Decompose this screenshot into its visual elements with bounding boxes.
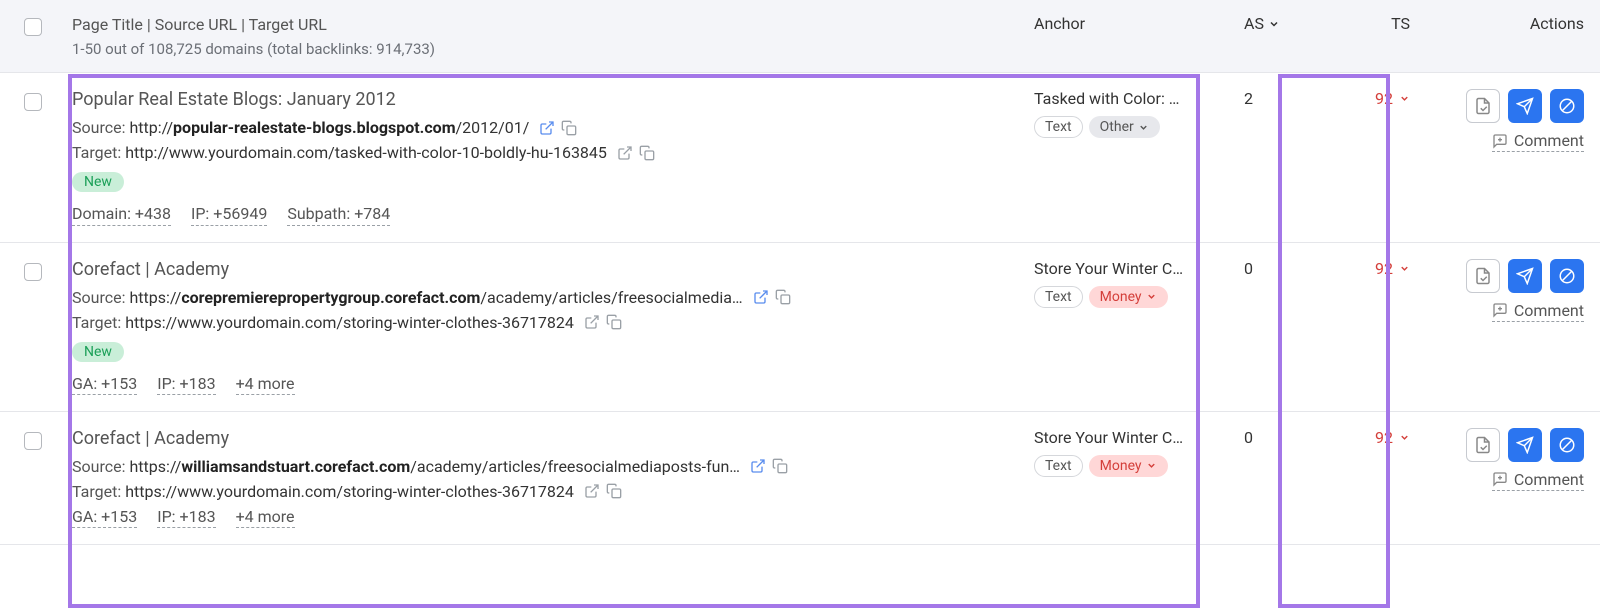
external-link-icon[interactable] <box>584 483 600 499</box>
ts-value[interactable]: 92 <box>1375 259 1410 278</box>
ts-value[interactable]: 92 <box>1375 428 1410 447</box>
source-url[interactable]: Source: https://corepremierepropertygrou… <box>72 288 1018 307</box>
source-url[interactable]: Source: https://williamsandstuart.corefa… <box>72 457 1018 476</box>
meta-link[interactable]: GA: +153 <box>72 374 137 395</box>
meta-link[interactable]: IP: +183 <box>157 507 215 528</box>
ts-value[interactable]: 92 <box>1375 89 1410 108</box>
external-link-icon[interactable] <box>617 145 633 161</box>
table-header: Page Title | Source URL | Target URL 1-5… <box>0 0 1600 73</box>
anchor-tag-money[interactable]: Money <box>1089 286 1168 308</box>
chevron-down-icon <box>1399 263 1410 274</box>
chevron-down-icon <box>1399 432 1410 443</box>
disavow-button[interactable] <box>1466 259 1500 293</box>
row-checkbox[interactable] <box>24 432 42 450</box>
anchor-tag-money[interactable]: Money <box>1089 455 1168 477</box>
meta-link[interactable]: +4 more <box>236 507 295 528</box>
chevron-down-icon <box>1399 93 1410 104</box>
new-badge: New <box>72 342 124 362</box>
external-link-icon[interactable] <box>750 458 766 474</box>
send-button[interactable] <box>1508 89 1542 123</box>
chevron-down-icon <box>1268 18 1280 30</box>
comment-button[interactable]: Comment <box>1492 301 1584 322</box>
row-checkbox[interactable] <box>24 93 42 111</box>
header-actions: Actions <box>1530 14 1584 33</box>
anchor-text: Store Your Winter C… <box>1034 259 1234 278</box>
meta-link[interactable]: IP: +56949 <box>191 204 267 225</box>
comment-icon <box>1492 471 1508 487</box>
meta-link[interactable]: GA: +153 <box>72 507 137 528</box>
comment-button[interactable]: Comment <box>1492 470 1584 491</box>
select-all-checkbox[interactable] <box>24 18 42 36</box>
table-row: Popular Real Estate Blogs: January 2012 … <box>0 73 1600 242</box>
header-ts: TS <box>1391 14 1410 33</box>
copy-icon[interactable] <box>606 483 622 499</box>
header-as-sort[interactable]: AS <box>1244 14 1280 33</box>
copy-icon[interactable] <box>775 289 791 305</box>
as-value: 0 <box>1244 428 1253 447</box>
source-url[interactable]: Source: http://popular-realestate-blogs.… <box>72 118 1018 137</box>
chevron-down-icon <box>1146 460 1157 471</box>
page-title: Corefact | Academy <box>72 259 1018 280</box>
block-button[interactable] <box>1550 89 1584 123</box>
anchor-text: Store Your Winter C… <box>1034 428 1234 447</box>
anchor-tag-other[interactable]: Other <box>1089 116 1160 138</box>
target-url[interactable]: Target: https://www.yourdomain.com/stori… <box>72 482 1018 501</box>
block-button[interactable] <box>1550 428 1584 462</box>
comment-icon <box>1492 302 1508 318</box>
meta-link[interactable]: IP: +183 <box>157 374 215 395</box>
send-button[interactable] <box>1508 428 1542 462</box>
page-title: Corefact | Academy <box>72 428 1018 449</box>
header-anchor: Anchor <box>1034 14 1085 33</box>
meta-link[interactable]: +4 more <box>236 374 295 395</box>
target-url[interactable]: Target: https://www.yourdomain.com/stori… <box>72 313 1018 332</box>
target-url[interactable]: Target: http://www.yourdomain.com/tasked… <box>72 143 1018 162</box>
disavow-button[interactable] <box>1466 428 1500 462</box>
page-title: Popular Real Estate Blogs: January 2012 <box>72 89 1018 110</box>
block-button[interactable] <box>1550 259 1584 293</box>
meta-link[interactable]: Subpath: +784 <box>287 204 390 225</box>
new-badge: New <box>72 172 124 192</box>
row-checkbox[interactable] <box>24 263 42 281</box>
chevron-down-icon <box>1138 122 1149 133</box>
header-main-title: Page Title | Source URL | Target URL <box>72 14 1018 36</box>
copy-icon[interactable] <box>772 458 788 474</box>
anchor-text: Tasked with Color: … <box>1034 89 1234 108</box>
anchor-tag-text[interactable]: Text <box>1034 116 1083 138</box>
meta-link[interactable]: Domain: +438 <box>72 204 171 225</box>
copy-icon[interactable] <box>606 314 622 330</box>
header-subtitle: 1-50 out of 108,725 domains (total backl… <box>72 40 1018 58</box>
external-link-icon[interactable] <box>753 289 769 305</box>
as-value: 0 <box>1244 259 1253 278</box>
external-link-icon[interactable] <box>584 314 600 330</box>
anchor-tag-text[interactable]: Text <box>1034 455 1083 477</box>
copy-icon[interactable] <box>561 120 577 136</box>
external-link-icon[interactable] <box>539 120 555 136</box>
as-value: 2 <box>1244 89 1253 108</box>
comment-icon <box>1492 133 1508 149</box>
send-button[interactable] <box>1508 259 1542 293</box>
disavow-button[interactable] <box>1466 89 1500 123</box>
table-row: Corefact | Academy Source: https://willi… <box>0 412 1600 545</box>
comment-button[interactable]: Comment <box>1492 131 1584 152</box>
table-row: Corefact | Academy Source: https://corep… <box>0 243 1600 412</box>
chevron-down-icon <box>1146 291 1157 302</box>
anchor-tag-text[interactable]: Text <box>1034 286 1083 308</box>
copy-icon[interactable] <box>639 145 655 161</box>
